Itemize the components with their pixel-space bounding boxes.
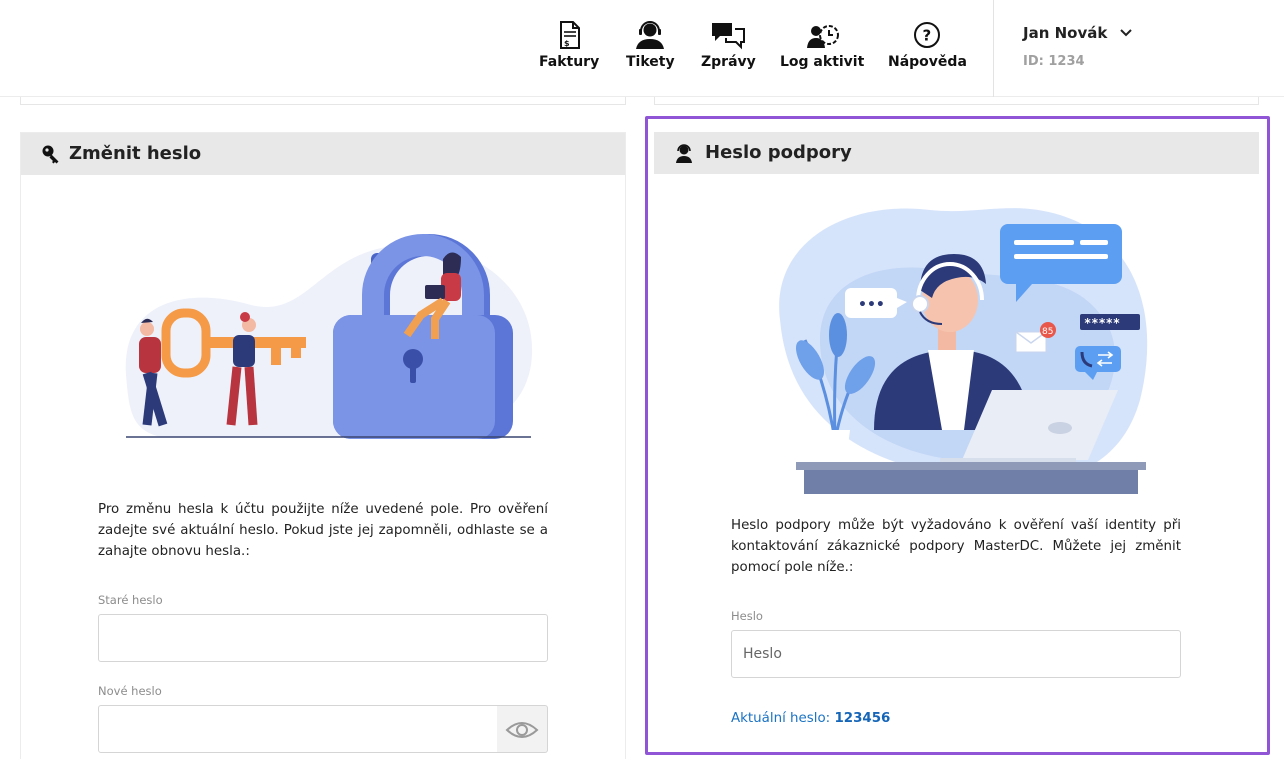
masked-password-text: *****: [1084, 316, 1120, 330]
support-password-input[interactable]: [731, 630, 1181, 678]
nav-item-tickets[interactable]: Tikety: [626, 20, 675, 70]
chat-dots-text: •••: [858, 297, 885, 313]
card-header: Změnit heslo: [21, 133, 625, 175]
messages-icon: [712, 23, 746, 50]
nav-item-messages[interactable]: Zprávy: [701, 20, 756, 70]
nav-label: Zprávy: [701, 54, 756, 70]
previous-card-edge: [654, 97, 1259, 105]
svg-text:$: $: [564, 39, 570, 48]
nav-item-activity-log[interactable]: Log aktivit: [780, 20, 864, 70]
chevron-down-icon[interactable]: [1118, 25, 1134, 41]
activity-log-icon: [807, 25, 840, 48]
change-password-card: Změnit heslo Pro změnu hesla k účtu použ…: [20, 132, 626, 759]
toggle-password-visibility-button[interactable]: [497, 705, 548, 753]
current-password-value: 123456: [834, 711, 891, 726]
old-password-label: Staré heslo: [98, 593, 163, 607]
support-password-label: Heslo: [731, 609, 763, 623]
support-agent-illustration: ••• ***** 85: [779, 208, 1148, 494]
nav-item-invoices[interactable]: $ Faktury: [539, 20, 599, 70]
new-password-label: Nové heslo: [98, 684, 162, 698]
eye-icon: [505, 722, 539, 738]
notification-badge-text: 85: [1042, 327, 1053, 337]
new-password-input[interactable]: [98, 705, 498, 753]
nav-label: Nápověda: [888, 54, 967, 70]
card-title: Změnit heslo: [69, 143, 202, 164]
nav-label: Faktury: [539, 54, 600, 70]
card-header: Heslo podpory: [654, 132, 1259, 174]
current-support-password: Aktuální heslo: 123456: [731, 711, 890, 726]
support-agent-icon: [676, 144, 692, 163]
support-agent-icon: [636, 21, 665, 49]
svg-text:?: ?: [923, 27, 932, 45]
change-password-description: Pro změnu hesla k účtu použijte níže uve…: [98, 502, 548, 559]
nav-label: Log aktivit: [780, 54, 865, 70]
user-id: ID: 1234: [1023, 54, 1085, 69]
user-menu-name[interactable]: Jan Novák: [1023, 24, 1107, 42]
header-divider: [993, 0, 994, 97]
previous-card-edge: [20, 97, 626, 105]
help-icon: ?: [914, 22, 941, 48]
support-password-description: Heslo podpory může být vyžadováno k ověř…: [731, 518, 1181, 575]
current-password-label: Aktuální heslo:: [731, 711, 831, 726]
change-password-illustration: [125, 234, 533, 439]
invoice-icon: $: [560, 21, 581, 49]
old-password-input[interactable]: [98, 614, 548, 662]
key-icon: [42, 145, 59, 164]
card-title: Heslo podpory: [705, 142, 852, 163]
top-navigation-bar: $ Faktury Tikety Zprávy Log aktivit ? Ná…: [0, 0, 1284, 97]
nav-item-help[interactable]: ? Nápověda: [888, 20, 967, 70]
nav-label: Tikety: [626, 54, 675, 70]
support-password-card: Heslo podpory ••• ***** 85 Heslo podpory…: [654, 132, 1259, 752]
